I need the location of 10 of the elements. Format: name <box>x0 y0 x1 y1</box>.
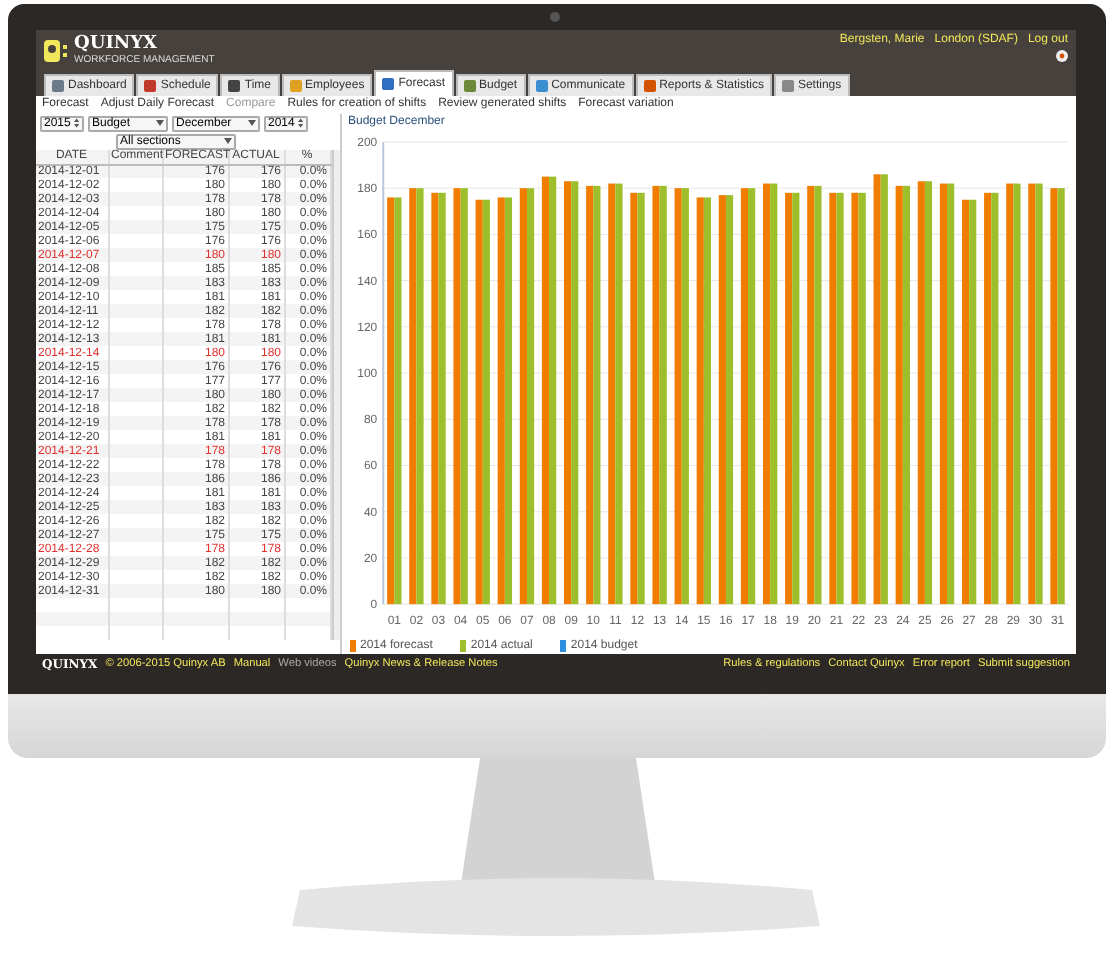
logo-name: QUINYX <box>74 34 160 54</box>
logo-icon <box>44 39 68 61</box>
spinner-arrows-icon <box>74 118 80 128</box>
caret-icon <box>156 120 164 126</box>
help-icon[interactable] <box>1056 50 1068 62</box>
camera-icon <box>550 12 560 22</box>
spinner-arrows-icon <box>298 118 304 128</box>
scrollbar[interactable] <box>331 150 340 640</box>
caret-icon <box>224 138 232 144</box>
caret-icon <box>248 120 256 126</box>
